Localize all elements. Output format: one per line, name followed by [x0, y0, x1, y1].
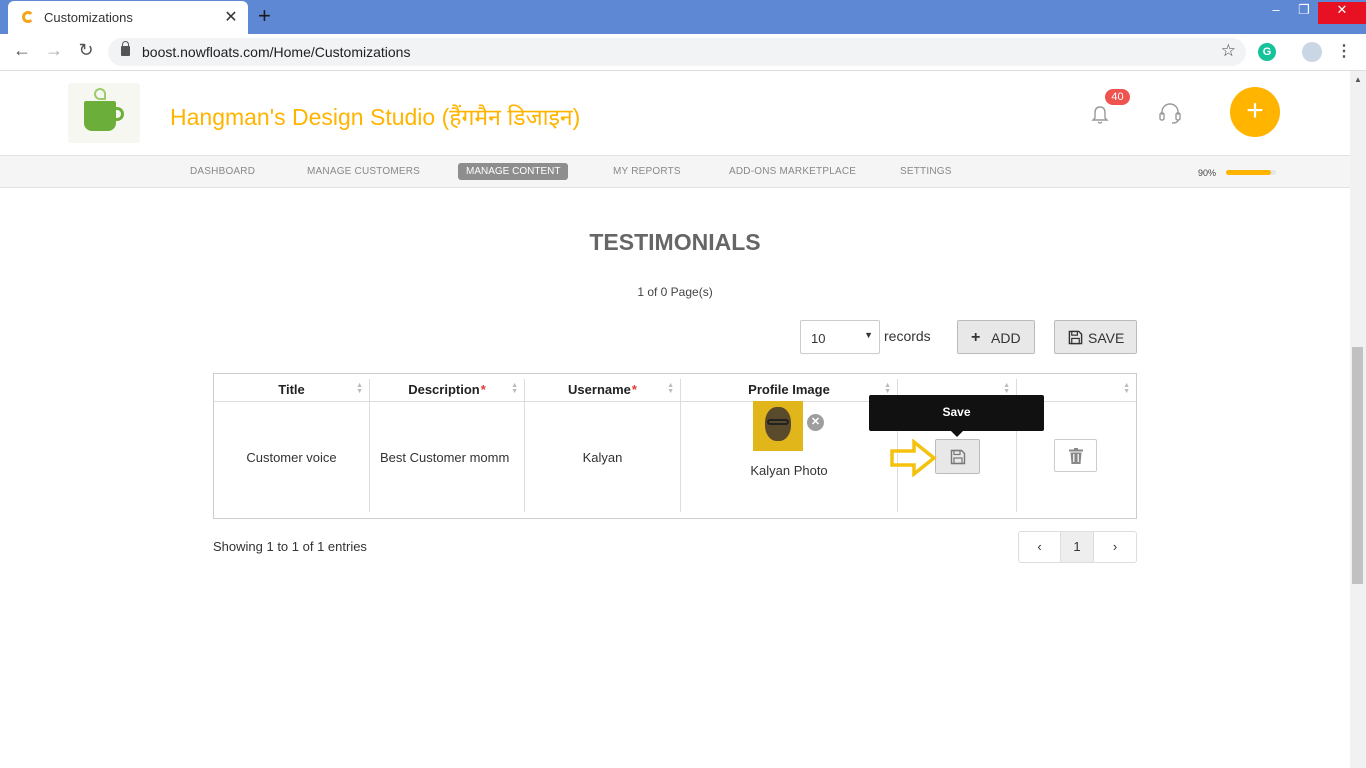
bookmark-star-icon[interactable]: ☆ [1221, 41, 1236, 61]
lock-icon [121, 41, 130, 56]
chevron-down-icon: ▼ [864, 330, 873, 340]
headset-icon[interactable] [1158, 102, 1182, 126]
back-icon[interactable]: ← [10, 40, 34, 61]
title-text: Customer voice [246, 450, 337, 465]
maximize-button[interactable]: ❐ [1290, 2, 1318, 24]
entries-info: Showing 1 to 1 of 1 entries [213, 539, 367, 554]
cell-description[interactable]: Best Customer momm [370, 401, 525, 512]
browser-menu-icon[interactable]: ⋮ [1336, 41, 1352, 61]
browser-tab-bar: Customizations ✕ + – ❐ ✕ [0, 0, 1366, 34]
url-text[interactable]: boost.nowfloats.com/Home/Customizations [142, 44, 410, 60]
pagination-next-button[interactable]: › [1094, 532, 1136, 562]
records-per-page-select[interactable]: 10 ▼ [800, 320, 880, 354]
nav-manage-content[interactable]: MANAGE CONTENT [458, 163, 569, 180]
save-tooltip: Save [869, 395, 1044, 437]
cell-title[interactable]: Customer voice [214, 401, 370, 512]
pagination: ‹ 1 › [1018, 531, 1137, 563]
column-header-label: Description [408, 382, 480, 397]
floppy-disk-icon [1068, 330, 1083, 345]
column-header-description[interactable]: Description* ▲ ▼ [370, 379, 525, 402]
brand-logo[interactable] [68, 83, 140, 143]
close-window-button[interactable]: ✕ [1318, 2, 1366, 24]
pagination-prev-button[interactable]: ‹ [1019, 532, 1061, 562]
profile-photo[interactable] [753, 401, 803, 451]
profile-photo-caption: Kalyan Photo [750, 463, 828, 478]
browser-toolbar: ← → ↻ boost.nowfloats.com/Home/Customiza… [0, 34, 1366, 71]
scrollbar-thumb[interactable] [1352, 347, 1363, 584]
floppy-disk-icon [950, 449, 966, 465]
sort-icon: ▲ ▼ [1003, 382, 1010, 395]
browser-tab[interactable]: Customizations ✕ [8, 1, 248, 34]
tab-title: Customizations [44, 10, 133, 25]
photo-glasses [767, 419, 789, 425]
nav-my-reports[interactable]: MY REPORTS [613, 166, 681, 177]
sort-icon: ▲ ▼ [356, 382, 363, 395]
nav-addons-marketplace[interactable]: ADD-ONS MARKETPLACE [729, 166, 856, 177]
favicon-icon [22, 11, 34, 23]
logo-steam [94, 88, 106, 100]
forward-icon[interactable]: → [42, 40, 66, 61]
pagination-page-1[interactable]: 1 [1061, 532, 1094, 562]
required-marker: * [480, 382, 486, 397]
remove-photo-icon[interactable]: ✕ [807, 414, 824, 431]
logo-handle [114, 107, 124, 121]
tooltip-text: Save [942, 405, 971, 419]
sort-icon: ▲ ▼ [511, 382, 518, 395]
nav-manage-customers[interactable]: MANAGE CUSTOMERS [307, 166, 420, 177]
save-button[interactable]: SAVE [1054, 320, 1137, 354]
bell-icon[interactable] [1090, 105, 1110, 125]
app-header: Hangman's Design Studio (हैंगमैन डिजाइन)… [0, 71, 1350, 155]
records-select-value: 10 [811, 331, 826, 346]
reload-icon[interactable]: ↻ [74, 40, 98, 61]
tab-close-icon[interactable]: ✕ [222, 7, 240, 27]
cell-username[interactable]: Kalyan [525, 401, 681, 512]
required-marker: * [631, 382, 637, 397]
description-text: Best Customer momm [380, 450, 510, 465]
plus-icon: + [971, 329, 981, 346]
scroll-up-icon[interactable]: ▲ [1354, 75, 1362, 84]
nav-dashboard[interactable]: DASHBOARD [190, 166, 255, 177]
address-bar[interactable]: boost.nowfloats.com/Home/Customizations … [108, 38, 1246, 66]
new-tab-icon[interactable]: + [258, 3, 271, 29]
records-label: records [884, 328, 931, 344]
row-save-button[interactable] [935, 439, 980, 474]
sort-icon: ▲ ▼ [1123, 382, 1130, 395]
profile-progress-label: 90% [1198, 168, 1217, 178]
logo-cup [84, 101, 116, 131]
column-header-profile-image[interactable]: Profile Image ▲ ▼ [681, 379, 898, 402]
add-fab-button[interactable]: + [1230, 87, 1280, 137]
column-header-label: Profile Image [748, 382, 830, 397]
add-button[interactable]: + ADD [957, 320, 1035, 354]
main-nav: DASHBOARD MANAGE CUSTOMERS MANAGE CONTEN… [0, 155, 1350, 188]
page-title: TESTIMONIALS [589, 229, 761, 255]
profile-avatar[interactable] [1302, 42, 1322, 62]
nav-settings[interactable]: SETTINGS [900, 166, 952, 177]
column-header-username[interactable]: Username* ▲ ▼ [525, 379, 681, 402]
minimize-button[interactable]: – [1262, 2, 1290, 24]
row-delete-button[interactable] [1054, 439, 1097, 472]
notification-badge: 40 [1105, 89, 1130, 105]
save-button-label: SAVE [1088, 330, 1125, 346]
sort-icon: ▲ ▼ [667, 382, 674, 395]
brand-title: Hangman's Design Studio (हैंगमैन डिजाइन) [170, 104, 581, 130]
add-button-label: ADD [991, 330, 1021, 346]
page-scrollbar[interactable]: ▲ [1350, 71, 1366, 768]
column-header-label: Title [278, 382, 305, 397]
grammarly-extension-icon[interactable]: G [1258, 43, 1276, 61]
arrow-right-icon [890, 439, 937, 477]
trash-icon [1069, 448, 1083, 464]
sort-icon: ▲ ▼ [884, 382, 891, 395]
page-count: 1 of 0 Page(s) [637, 285, 713, 299]
tooltip-arrow [951, 431, 963, 437]
column-header-title[interactable]: Title ▲ ▼ [214, 379, 370, 402]
profile-progress-fill [1226, 170, 1271, 175]
profile-progress-bar [1226, 170, 1276, 175]
username-text: Kalyan [582, 450, 623, 465]
column-header-label: Username [568, 382, 631, 397]
